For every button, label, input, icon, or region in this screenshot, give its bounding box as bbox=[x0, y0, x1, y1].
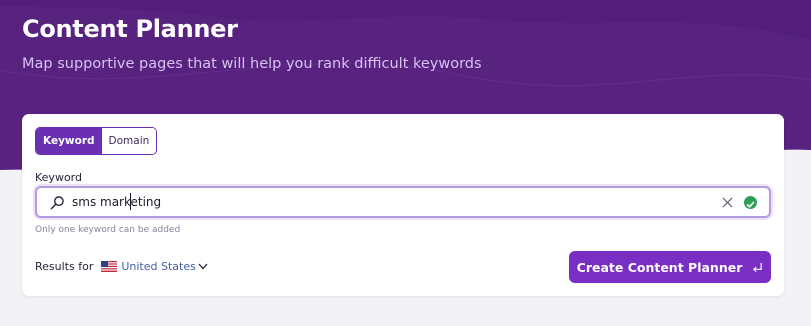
keyword-helper-text: Only one keyword can be added bbox=[35, 225, 181, 235]
text-caret bbox=[130, 193, 131, 210]
toggle-domain[interactable]: Domain bbox=[101, 128, 157, 154]
results-for: Results for United States bbox=[35, 260, 208, 273]
page-subtitle: Map supportive pages that will help you … bbox=[22, 56, 482, 72]
results-for-label: Results for bbox=[35, 260, 94, 273]
create-content-planner-label: Create Content Planner bbox=[576, 259, 743, 275]
toggle-keyword[interactable]: Keyword bbox=[36, 128, 102, 154]
search-icon bbox=[50, 196, 64, 210]
mode-toggle: Keyword Domain bbox=[35, 127, 158, 155]
keyword-input[interactable]: sms marketing bbox=[35, 186, 771, 218]
enter-icon bbox=[753, 262, 763, 272]
country-select-value: United States bbox=[121, 260, 196, 273]
valid-check-icon bbox=[744, 196, 757, 209]
chevron-down-icon bbox=[198, 263, 208, 270]
keyword-input-value[interactable]: sms marketing bbox=[72, 195, 161, 209]
country-select[interactable]: United States bbox=[121, 260, 208, 273]
keyword-field-label: Keyword bbox=[35, 171, 82, 184]
us-flag-icon bbox=[101, 261, 118, 272]
create-content-planner-button[interactable]: Create Content Planner bbox=[569, 251, 771, 283]
clear-icon[interactable] bbox=[722, 197, 733, 208]
page-title: Content Planner bbox=[22, 15, 238, 43]
planner-card: Keyword Domain Keyword sms marketing Onl… bbox=[22, 114, 784, 296]
